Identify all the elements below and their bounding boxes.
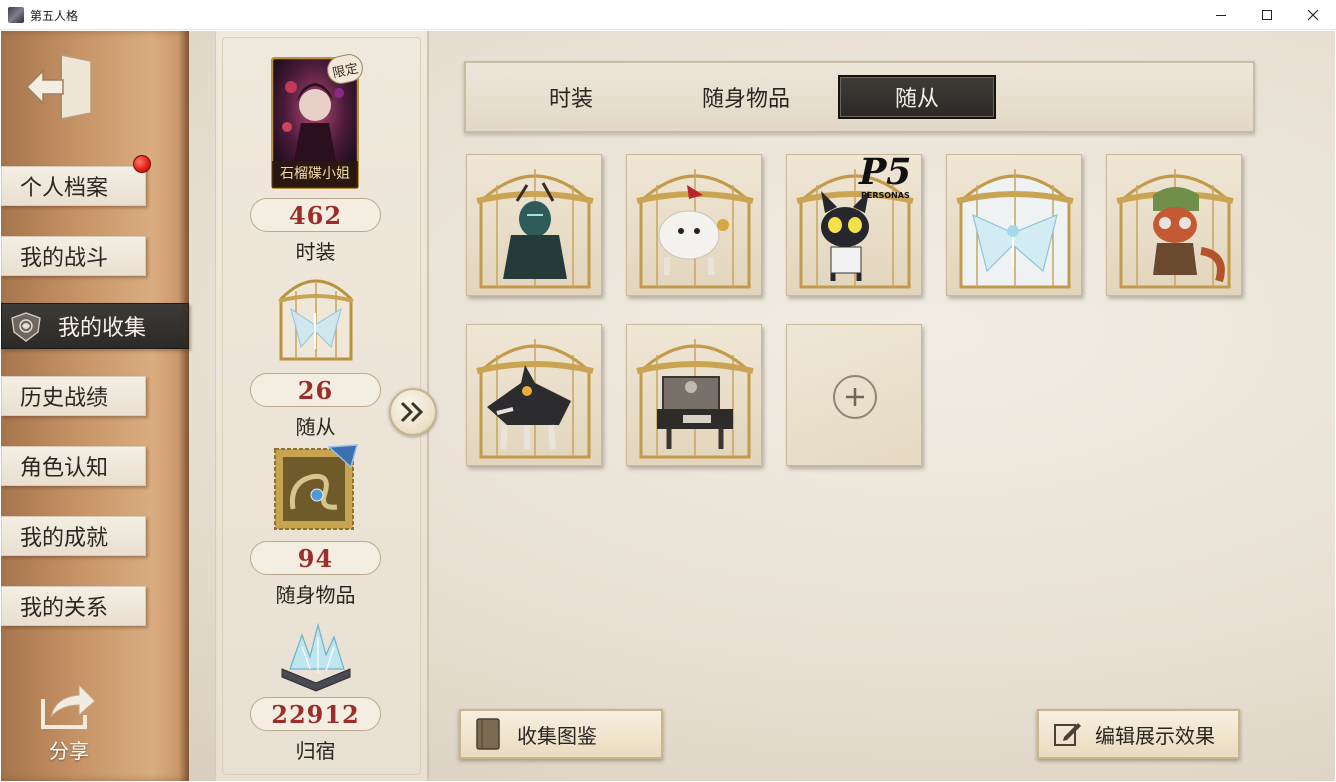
sidebar-item-profile[interactable]: 个人档案 [1,166,146,206]
category-tabs: 时装 随身物品 随从 [464,61,1255,133]
crystal-butterfly-cage-icon [278,279,354,361]
window-title: 第五人格 [30,9,79,23]
share-label: 分享 [49,739,89,763]
sidebar-item-label: 我的战斗 [20,246,109,271]
sidebar-item-label: 个人档案 [20,176,109,201]
add-icon [833,375,877,419]
double-chevron-right-icon [400,401,424,423]
follower-label: 随从 [295,415,336,439]
costume-card[interactable]: 限定 石榴碟小姐 [270,51,366,193]
follower-slot[interactable] [466,154,602,296]
tab-costume[interactable]: 时装 [496,75,646,119]
collection-catalog-button[interactable]: 收集图鉴 [459,709,663,759]
close-button[interactable] [1290,0,1336,30]
sidebar-item-battle[interactable]: 我的战斗 [1,236,146,276]
sidebar-item-label: 我的成就 [20,526,109,551]
sidebar-item-label: 历史战绩 [20,386,109,411]
collection-catalog-label: 收集图鉴 [517,723,597,748]
sidebar-item-character[interactable]: 角色认知 [1,446,146,486]
sidebar-item-history[interactable]: 历史战绩 [1,376,146,416]
tree-spirit-follower-icon [476,169,594,289]
costume-count: 462 [250,198,381,232]
app-icon [8,7,24,23]
red-panda-follower-icon [1116,169,1234,289]
p5-logo: P5 [854,154,916,193]
share-button[interactable]: 分享 [37,681,101,763]
sidebar-item-label: 我的关系 [20,596,109,621]
share-icon [41,683,96,729]
follower-count: 26 [250,373,381,407]
tab-follower[interactable]: 随从 [838,75,996,119]
window-titlebar: 第五人格 [0,0,1336,30]
sidebar-item-label: 我的收集 [58,316,147,341]
minimize-button[interactable] [1198,0,1244,30]
follower-slot[interactable] [626,324,762,466]
serpent-stamp-icon [274,444,359,530]
accessory-card[interactable] [271,443,361,539]
maximize-button[interactable] [1244,0,1290,30]
notification-badge [133,155,151,173]
back-button[interactable] [23,51,95,123]
follower-slot[interactable] [1106,154,1242,296]
sidebar-item-collection[interactable]: 我的收集 [1,303,189,349]
sidebar-item-relations[interactable]: 我的关系 [1,586,146,626]
accessory-count: 94 [250,541,381,575]
mech-chair-follower-icon [636,339,754,459]
expand-button[interactable] [389,388,437,436]
accessory-label: 随身物品 [275,583,356,607]
edit-display-label: 编辑展示效果 [1095,723,1215,748]
crystal-butterfly-follower-icon [956,169,1074,289]
costume-name: 石榴碟小姐 [280,166,350,182]
empty-follower-slot[interactable] [786,324,922,466]
sidebar-item-label: 角色认知 [20,456,109,481]
crystal-book-icon [281,622,351,692]
maximize-icon [1262,10,1272,20]
follower-slot[interactable] [466,324,602,466]
follower-slot[interactable]: P5 PERSONAS [786,154,922,296]
back-door-icon [25,54,92,120]
edit-display-button[interactable]: 编辑展示效果 [1037,709,1240,759]
close-icon [1307,9,1319,21]
white-dog-follower-icon [636,169,754,289]
book-icon [461,711,517,757]
costume-label: 时装 [295,240,336,264]
follower-card[interactable] [271,269,361,369]
black-wolf-follower-icon [476,339,594,459]
persona-logo-sub: PERSONAS [861,191,910,200]
sidebar-item-achievement[interactable]: 我的成就 [1,516,146,556]
shield-emblem-icon [11,312,41,342]
game-canvas: 个人档案 我的战斗 我的收集 历史战绩 角色认知 我的成就 我的关系 分享 限定… [1,31,1335,781]
dorm-card[interactable] [276,617,356,697]
edit-icon [1039,711,1095,757]
follower-slot[interactable] [626,154,762,296]
minimize-icon [1216,14,1226,16]
dorm-count: 22912 [250,697,381,731]
follower-slot[interactable] [946,154,1082,296]
dorm-label: 归宿 [295,739,336,763]
sidebar: 个人档案 我的战斗 我的收集 历史战绩 角色认知 我的成就 我的关系 分享 [1,31,189,781]
tab-accessory[interactable]: 随身物品 [666,75,826,119]
